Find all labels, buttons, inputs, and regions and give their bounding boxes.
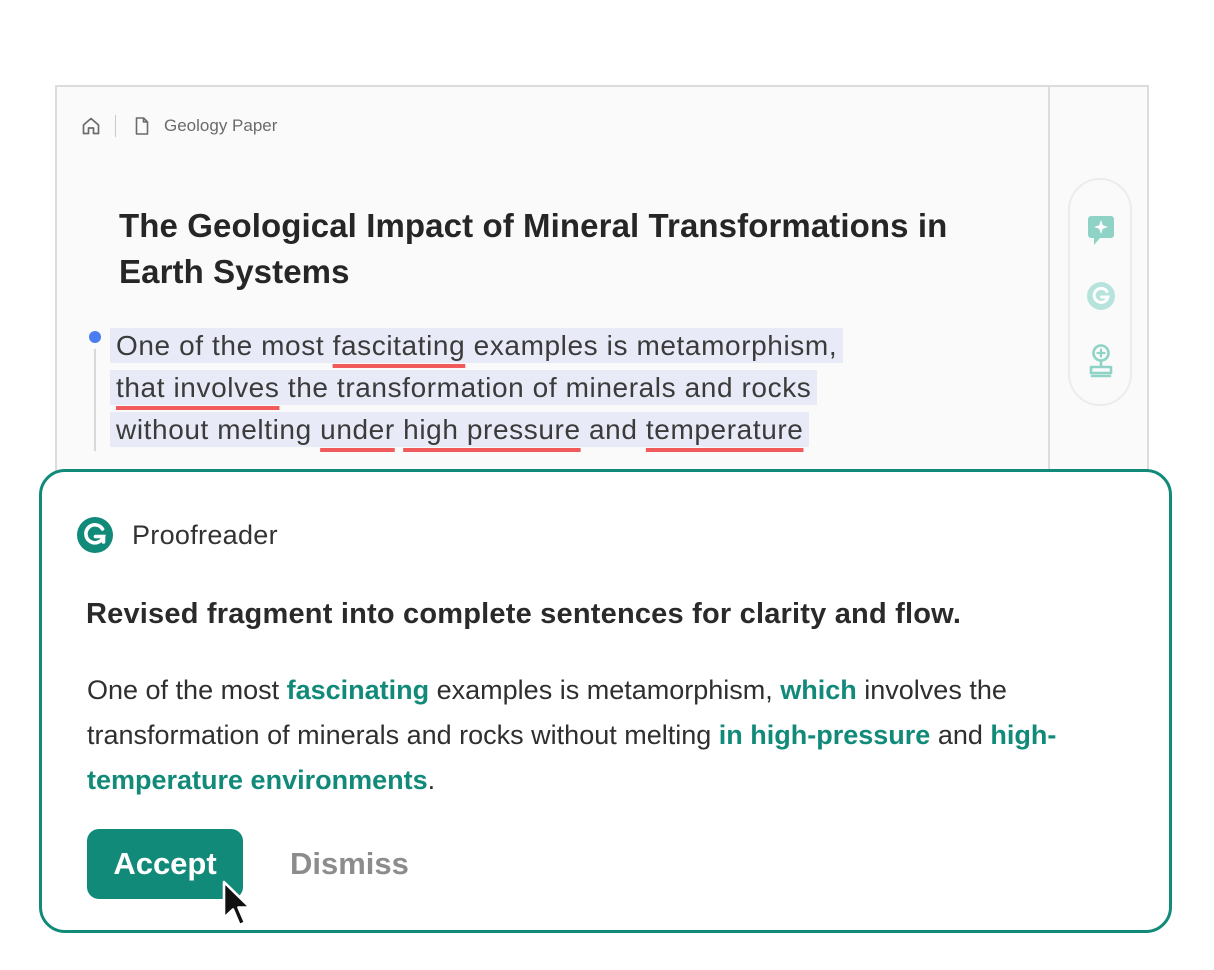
- grammarly-logo-icon: [76, 516, 114, 554]
- suggestion-heading: Revised fragment into complete sentences…: [86, 598, 962, 630]
- paragraph-line: that involves the transformation of mine…: [110, 370, 818, 405]
- dismiss-button[interactable]: Dismiss: [274, 829, 425, 899]
- suggestion-card: Proofreader Revised fragment into comple…: [39, 469, 1172, 933]
- text-run: without melting: [116, 414, 321, 445]
- stamp-icon[interactable]: [1086, 344, 1116, 378]
- document-paragraph[interactable]: One of the most fascitating examples is …: [110, 325, 930, 451]
- paragraph-marker-dot[interactable]: [89, 331, 101, 343]
- document-editor: Geology Paper The Geological Impact of M…: [57, 87, 1050, 485]
- document-window: Geology Paper The Geological Impact of M…: [55, 85, 1149, 485]
- text-run: [395, 414, 403, 445]
- grammarly-icon[interactable]: [1086, 279, 1116, 313]
- suggested-change: which: [780, 675, 857, 705]
- paragraph-rule: [94, 349, 96, 451]
- text-run: and: [580, 414, 646, 445]
- text-run: examples is metamorphism,: [429, 675, 781, 705]
- text-run: .: [427, 765, 436, 795]
- assistant-side-rail: [1068, 178, 1132, 406]
- suggested-change: fascinating: [286, 675, 430, 705]
- flagged-word[interactable]: fascitating: [333, 330, 466, 361]
- sparkle-chat-icon[interactable]: [1086, 214, 1116, 248]
- paragraph-line: One of the most fascitating examples is …: [110, 328, 844, 363]
- text-run: the transformation of minerals and rocks: [279, 372, 812, 403]
- paragraph-line: without melting under high pressure and …: [110, 412, 810, 447]
- document-title[interactable]: The Geological Impact of Mineral Transfo…: [119, 203, 979, 295]
- suggestion-card-header: Proofreader: [76, 516, 278, 554]
- mouse-pointer-icon: [222, 880, 252, 927]
- flagged-word[interactable]: temperature: [646, 414, 804, 445]
- flagged-word[interactable]: under: [320, 414, 395, 445]
- home-icon[interactable]: [81, 116, 101, 136]
- text-run: and: [930, 720, 991, 750]
- suggestion-body: One of the most fascinating examples is …: [87, 668, 1097, 803]
- suggested-change: in high-pressure: [718, 720, 931, 750]
- breadcrumb-document-title[interactable]: Geology Paper: [164, 116, 277, 136]
- text-run: One of the most: [116, 330, 333, 361]
- text-run: examples is metamorphism,: [465, 330, 838, 361]
- breadcrumb: Geology Paper: [81, 114, 277, 138]
- accept-button[interactable]: Accept: [87, 829, 243, 899]
- breadcrumb-divider: [115, 115, 116, 137]
- text-run: One of the most: [87, 675, 287, 705]
- document-icon: [132, 116, 152, 136]
- suggestion-app-name: Proofreader: [132, 519, 278, 550]
- flagged-word[interactable]: that involves: [116, 372, 279, 403]
- flagged-word[interactable]: high pressure: [403, 414, 580, 445]
